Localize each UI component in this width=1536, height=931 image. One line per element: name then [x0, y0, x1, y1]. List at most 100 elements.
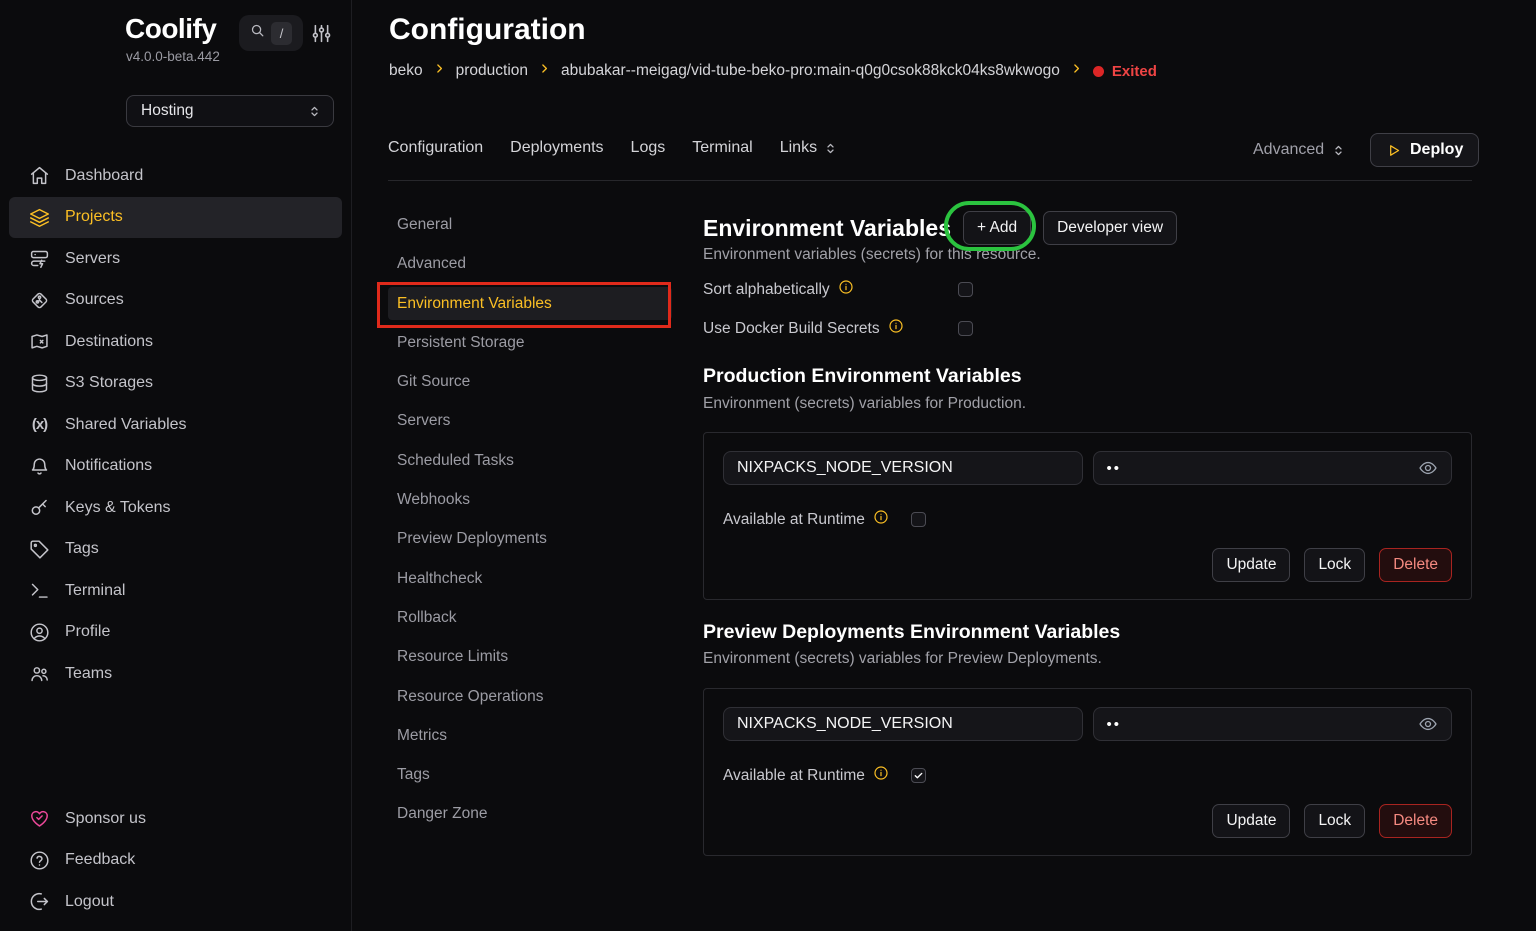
sidebar-item-tags[interactable]: Tags	[9, 529, 342, 571]
config-subnav: General Advanced Environment Variables P…	[388, 208, 672, 837]
update-button[interactable]: Update	[1212, 804, 1290, 838]
slash-key-hint: /	[271, 22, 292, 45]
heart-icon	[29, 808, 50, 829]
info-icon[interactable]	[888, 318, 904, 339]
sidebar-item-teams[interactable]: Teams	[9, 653, 342, 695]
update-button[interactable]: Update	[1212, 548, 1290, 582]
available-at-runtime-checkbox[interactable]	[911, 512, 926, 527]
filters-sliders-icon[interactable]	[311, 23, 332, 44]
tab-logs[interactable]: Logs	[631, 139, 666, 157]
search-button[interactable]: /	[239, 15, 303, 51]
sidebar-item-destinations[interactable]: Destinations	[9, 321, 342, 363]
info-icon[interactable]	[873, 765, 889, 786]
server-icon	[29, 248, 50, 269]
subnav-item-advanced[interactable]: Advanced	[388, 247, 672, 280]
docker-build-secrets-row: Use Docker Build Secrets	[703, 318, 973, 339]
home-icon	[29, 165, 50, 186]
app-logo[interactable]: Coolify	[125, 13, 216, 45]
subnav-item-danger-zone[interactable]: Danger Zone	[388, 797, 672, 830]
available-at-runtime-label: Available at Runtime	[723, 511, 865, 529]
sidebar-item-servers[interactable]: Servers	[9, 238, 342, 280]
sidebar-item-label: Destinations	[65, 333, 153, 351]
subnav-item-persistent-storage[interactable]: Persistent Storage	[388, 326, 672, 359]
tab-configuration[interactable]: Configuration	[388, 139, 483, 157]
variable-key-input[interactable]	[737, 715, 1069, 733]
available-at-runtime-row: Available at Runtime	[723, 509, 926, 530]
production-section-description: Environment (secrets) variables for Prod…	[703, 395, 1026, 413]
variable-value-field[interactable]: ••	[1093, 451, 1453, 485]
sidebar-item-feedback[interactable]: Feedback	[9, 840, 342, 882]
sidebar-item-keys-tokens[interactable]: Keys & Tokens	[9, 487, 342, 529]
sidebar-item-label: Logout	[65, 893, 114, 911]
users-icon	[29, 663, 50, 684]
sort-alphabetically-checkbox[interactable]	[958, 282, 973, 297]
sidebar-item-label: Tags	[65, 540, 99, 558]
team-select-value: Hosting	[141, 102, 307, 120]
sidebar-item-s3-storages[interactable]: S3 Storages	[9, 363, 342, 405]
chevron-up-down-icon	[307, 104, 322, 119]
lock-button[interactable]: Lock	[1304, 804, 1365, 838]
layers-icon	[29, 207, 50, 228]
chevron-right-icon	[433, 62, 446, 80]
variable-value-field[interactable]: ••	[1093, 707, 1453, 741]
production-section-heading: Production Environment Variables	[703, 365, 1022, 388]
sidebar-item-terminal[interactable]: Terminal	[9, 570, 342, 612]
available-at-runtime-checkbox[interactable]	[911, 768, 926, 783]
developer-view-button[interactable]: Developer view	[1043, 211, 1177, 245]
subnav-item-rollback[interactable]: Rollback	[388, 601, 672, 634]
reveal-value-eye-icon[interactable]	[1418, 458, 1438, 478]
sidebar-item-label: Notifications	[65, 457, 152, 475]
tab-deployments[interactable]: Deployments	[510, 139, 603, 157]
add-variable-button[interactable]: + Add	[963, 211, 1031, 245]
subnav-item-general[interactable]: General	[388, 208, 672, 241]
subnav-item-servers[interactable]: Servers	[388, 404, 672, 437]
sidebar-item-logout[interactable]: Logout	[9, 881, 342, 923]
lock-button[interactable]: Lock	[1304, 548, 1365, 582]
sidebar-item-dashboard[interactable]: Dashboard	[9, 155, 342, 197]
sidebar-footer: Sponsor us Feedback Logout	[9, 798, 342, 923]
delete-button[interactable]: Delete	[1379, 548, 1452, 582]
subnav-item-scheduled-tasks[interactable]: Scheduled Tasks	[388, 444, 672, 477]
preview-section-description: Environment (secrets) variables for Prev…	[703, 650, 1102, 668]
info-icon[interactable]	[838, 279, 854, 300]
subnav-item-tags[interactable]: Tags	[388, 758, 672, 791]
sidebar-item-label: S3 Storages	[65, 374, 153, 392]
docker-build-secrets-checkbox[interactable]	[958, 321, 973, 336]
subnav-item-git-source[interactable]: Git Source	[388, 365, 672, 398]
subnav-item-resource-operations[interactable]: Resource Operations	[388, 680, 672, 713]
tag-icon	[29, 539, 50, 560]
variable-key-field[interactable]	[723, 707, 1083, 741]
sidebar-item-label: Sponsor us	[65, 810, 146, 828]
breadcrumb-environment[interactable]: production	[456, 62, 528, 80]
variable-icon: (x)	[29, 414, 50, 435]
sidebar-item-label: Projects	[65, 208, 123, 226]
sidebar-item-projects[interactable]: Projects	[9, 197, 342, 239]
sidebar-item-label: Teams	[65, 665, 112, 683]
masked-value[interactable]: ••	[1107, 460, 1419, 477]
variable-key-field[interactable]	[723, 451, 1083, 485]
sidebar-item-sponsor-us[interactable]: Sponsor us	[9, 798, 342, 840]
team-select[interactable]: Hosting	[126, 95, 334, 127]
sidebar-item-profile[interactable]: Profile	[9, 612, 342, 654]
preview-variable-card: •• Available at Runtime Update Lock Dele…	[703, 688, 1472, 856]
subnav-item-metrics[interactable]: Metrics	[388, 719, 672, 752]
info-icon[interactable]	[873, 509, 889, 530]
sidebar-item-shared-variables[interactable]: (x) Shared Variables	[9, 404, 342, 446]
subnav-item-environment-variables[interactable]: Environment Variables	[388, 287, 672, 320]
breadcrumb-team[interactable]: beko	[389, 62, 423, 80]
delete-button[interactable]: Delete	[1379, 804, 1452, 838]
sidebar-item-notifications[interactable]: Notifications	[9, 446, 342, 488]
reveal-value-eye-icon[interactable]	[1418, 714, 1438, 734]
sort-alphabetically-row: Sort alphabetically	[703, 279, 973, 300]
subnav-item-webhooks[interactable]: Webhooks	[388, 483, 672, 516]
sidebar-item-sources[interactable]: Sources	[9, 280, 342, 322]
database-icon	[29, 373, 50, 394]
sidebar-item-label: Feedback	[65, 851, 135, 869]
subnav-item-preview-deployments[interactable]: Preview Deployments	[388, 522, 672, 555]
subnav-item-healthcheck[interactable]: Healthcheck	[388, 562, 672, 595]
subnav-item-resource-limits[interactable]: Resource Limits	[388, 640, 672, 673]
sort-alphabetically-label: Sort alphabetically	[703, 281, 830, 299]
page-title: Configuration	[389, 13, 586, 47]
variable-key-input[interactable]	[737, 459, 1069, 477]
masked-value[interactable]: ••	[1107, 716, 1419, 733]
